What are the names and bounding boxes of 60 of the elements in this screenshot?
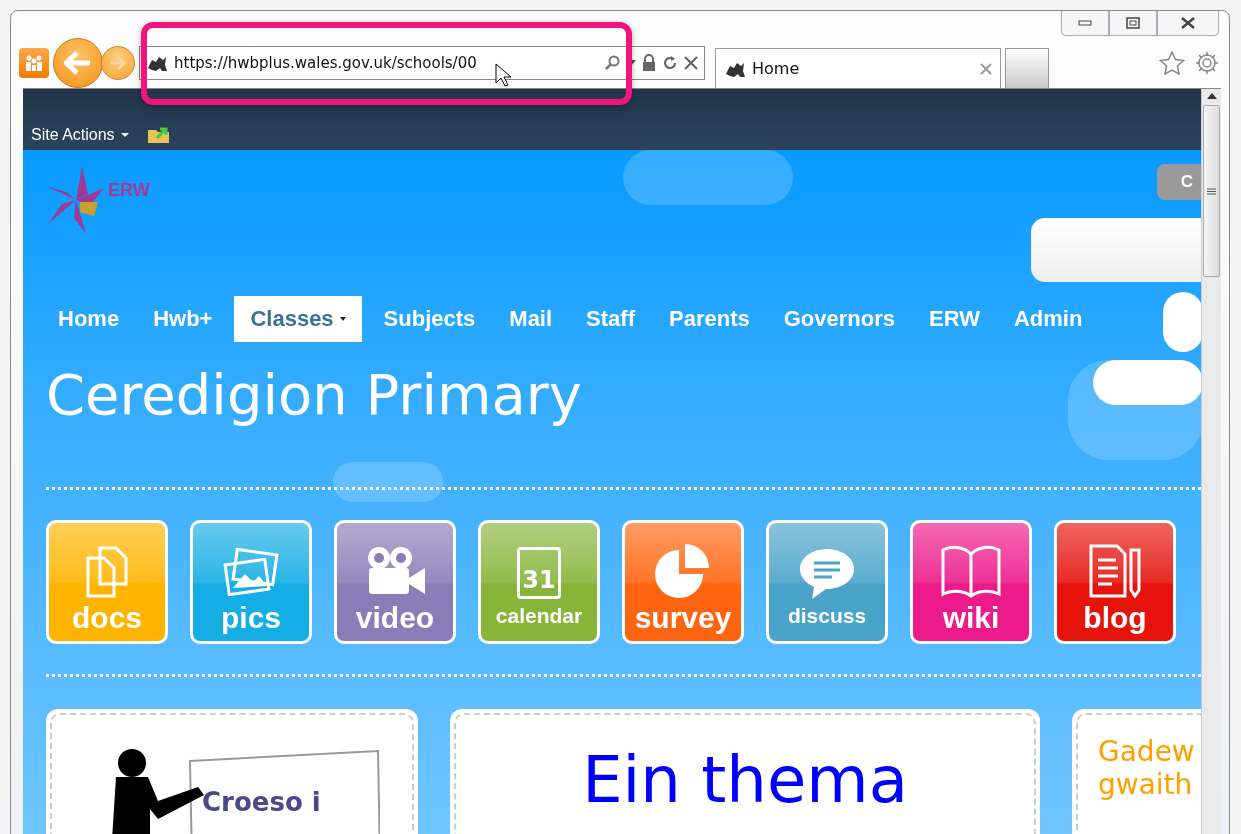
documents-icon xyxy=(84,545,130,598)
site-title: Ceredigion Primary xyxy=(46,362,582,427)
app-tile[interactable]: 31 calendar xyxy=(478,520,600,644)
photos-icon xyxy=(221,547,281,598)
nav-link[interactable]: Hwb+ xyxy=(141,296,225,342)
scroll-up-icon[interactable] xyxy=(1206,93,1217,99)
app-icon[interactable] xyxy=(19,47,49,78)
nav-link[interactable]: Classes xyxy=(234,296,362,342)
search-icon[interactable] xyxy=(604,54,620,71)
header-button[interactable]: C xyxy=(1156,164,1201,200)
app-tile[interactable]: blog xyxy=(1054,520,1176,644)
card-text-line: Gadew xyxy=(1098,735,1196,768)
document-pencil-icon xyxy=(1087,543,1143,598)
nav-link[interactable]: Governors xyxy=(771,296,907,342)
nav-link[interactable]: Mail xyxy=(497,296,565,342)
nav-link[interactable]: Subjects xyxy=(371,296,488,342)
nav-link[interactable]: ERW xyxy=(917,296,992,342)
close-icon xyxy=(1181,17,1195,29)
restore-button[interactable] xyxy=(1109,11,1157,36)
restore-icon xyxy=(1126,17,1140,29)
app-tile[interactable]: wiki xyxy=(910,520,1032,644)
calendar-icon: 31 xyxy=(517,546,561,599)
minimize-button[interactable] xyxy=(1061,11,1109,36)
close-tab-icon[interactable] xyxy=(980,62,992,75)
nav-link[interactable]: Home xyxy=(46,296,132,342)
search-field[interactable] xyxy=(1031,218,1201,282)
browser-tab[interactable]: Home xyxy=(715,48,1001,88)
site-actions-menu[interactable]: Site Actions xyxy=(31,126,129,144)
refresh-icon[interactable] xyxy=(662,54,678,71)
app-tile[interactable]: survey xyxy=(622,520,744,644)
nav-link[interactable]: Parents xyxy=(657,296,762,342)
back-arrow-icon xyxy=(64,50,92,75)
app-tile[interactable]: pics xyxy=(190,520,312,644)
card-heading: Ein thema xyxy=(581,743,909,817)
app-tile[interactable]: discuss xyxy=(766,520,888,644)
settings-icon[interactable] xyxy=(1195,50,1219,75)
star-icon[interactable] xyxy=(1159,50,1185,75)
close-button[interactable] xyxy=(1157,11,1219,36)
forward-button[interactable] xyxy=(101,45,135,80)
card-text-line: gwaith xyxy=(1098,768,1194,801)
minimize-icon xyxy=(1078,20,1092,26)
nav-link[interactable]: Staff xyxy=(574,296,647,342)
welcome-text: Croeso i xyxy=(202,787,321,817)
lock-icon xyxy=(642,53,656,72)
nav-link[interactable]: Admin xyxy=(1001,296,1095,342)
stop-icon[interactable] xyxy=(684,55,698,70)
cloud-drawing xyxy=(1163,292,1201,352)
logo-text: ERW xyxy=(108,180,150,201)
grip-icon xyxy=(1207,187,1216,195)
caret-icon xyxy=(339,317,346,321)
mouse-pointer-icon xyxy=(495,63,511,87)
app-tile[interactable]: docs xyxy=(46,520,168,644)
scrollbar-thumb[interactable] xyxy=(1203,105,1220,277)
people-icon xyxy=(24,53,44,72)
caret-icon xyxy=(120,133,129,137)
forward-arrow-icon xyxy=(110,55,126,70)
app-tile[interactable]: video xyxy=(334,520,456,644)
back-button[interactable] xyxy=(53,37,103,88)
new-tab-button[interactable] xyxy=(1005,48,1049,88)
speech-bubble-icon xyxy=(798,546,856,601)
